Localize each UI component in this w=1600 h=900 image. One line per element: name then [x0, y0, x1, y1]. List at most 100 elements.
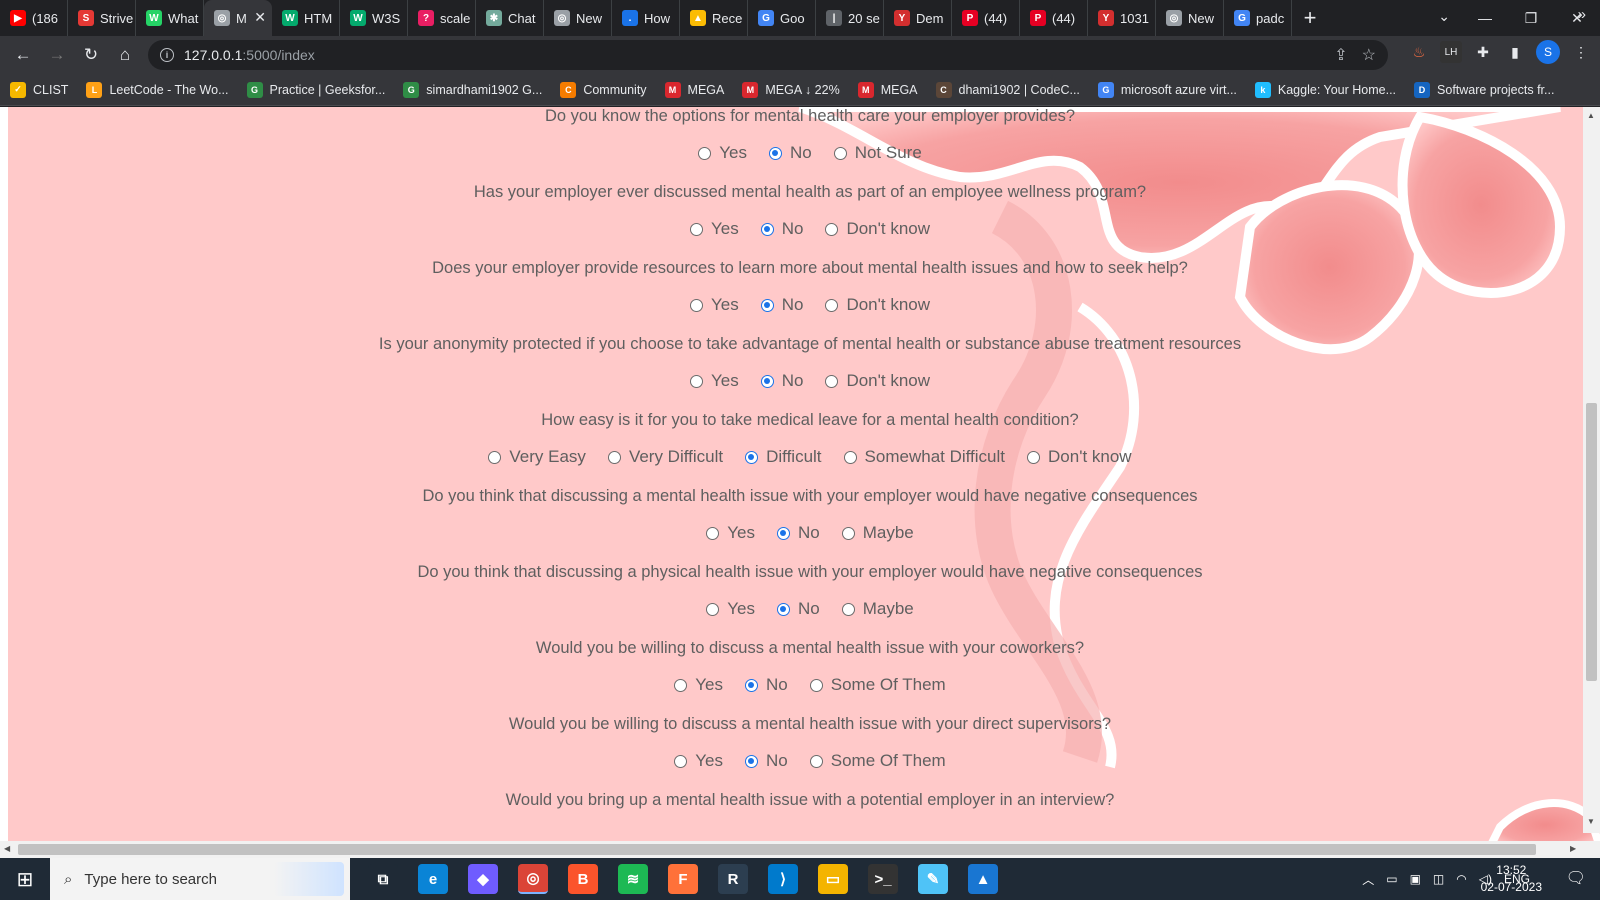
radio-option[interactable]: Maybe	[841, 599, 914, 619]
browser-tab[interactable]: | 20 se	[816, 0, 884, 36]
browser-tab[interactable]: ◎ New	[1156, 0, 1224, 36]
radio-button[interactable]	[843, 450, 857, 464]
bookmark-item[interactable]: Cdhami1902 | CodeC...	[935, 81, 1080, 98]
radio-button[interactable]	[825, 374, 839, 388]
browser-tab[interactable]: G Goo	[748, 0, 816, 36]
radio-button[interactable]	[776, 526, 790, 540]
radio-option[interactable]: Some Of Them	[809, 675, 946, 695]
radio-button[interactable]	[760, 298, 774, 312]
notepad-icon[interactable]: ✎	[918, 864, 948, 894]
spotify-icon[interactable]: ≋	[618, 864, 648, 894]
radio-option[interactable]: No	[776, 599, 820, 619]
minimize-icon[interactable]: —	[1462, 0, 1508, 36]
radio-button[interactable]	[825, 222, 839, 236]
chrome-icon[interactable]: ◎	[518, 864, 548, 894]
radio-option[interactable]: Yes	[689, 371, 739, 391]
radio-button[interactable]	[760, 222, 774, 236]
wifi-icon[interactable]: ◠	[1456, 872, 1466, 886]
browser-tab[interactable]: W What	[136, 0, 204, 36]
radio-button[interactable]	[745, 450, 759, 464]
browser-tab[interactable]: ▲ Rece	[680, 0, 748, 36]
browser-tab[interactable]: ◎ M ✕	[204, 0, 272, 36]
scroll-down-icon[interactable]: ▼	[1587, 817, 1595, 826]
radio-option[interactable]: Yes	[674, 675, 723, 695]
address-bar[interactable]: i 127.0.0.1:5000/index ⇪ ☆	[148, 40, 1388, 70]
scroll-left-icon[interactable]: ◀	[4, 844, 10, 853]
radio-option[interactable]: No	[745, 751, 788, 771]
bookmark-item[interactable]: Gmicrosoft azure virt...	[1097, 81, 1237, 98]
radio-button[interactable]	[841, 602, 855, 616]
display-icon[interactable]: ▣	[1410, 872, 1421, 886]
radio-button[interactable]	[674, 678, 688, 692]
vertical-scrollbar[interactable]: ▲ ▼	[1583, 107, 1600, 833]
browser-tab[interactable]: ✱ Chat	[476, 0, 544, 36]
bookmark-item[interactable]: M MEGA	[857, 81, 918, 98]
profile-avatar[interactable]: S	[1536, 40, 1560, 64]
more-bookmarks-icon[interactable]: »	[1578, 6, 1586, 23]
lighthouse-extension-icon[interactable]: LH	[1440, 41, 1462, 63]
browser-tab[interactable]: . How	[612, 0, 680, 36]
taskbar-search-box[interactable]: ⌕ Type here to search	[50, 858, 350, 900]
reload-icon[interactable]: ↻	[74, 38, 108, 72]
bookmark-star-icon[interactable]: ☆	[1362, 45, 1376, 65]
windows-start-icon[interactable]: ⊞	[0, 858, 50, 900]
browser-tab[interactable]: ? scale	[408, 0, 476, 36]
radio-option[interactable]: Don't know	[825, 219, 930, 239]
radio-option[interactable]: Don't know	[1027, 447, 1132, 467]
radio-button[interactable]	[706, 602, 720, 616]
edge-icon[interactable]: e	[418, 864, 448, 894]
radio-option[interactable]: Yes	[698, 143, 747, 163]
radio-button[interactable]	[706, 526, 720, 540]
radio-option[interactable]: No	[745, 675, 788, 695]
browser-tab[interactable]: W HTM	[272, 0, 340, 36]
radio-button[interactable]	[760, 374, 774, 388]
radio-option[interactable]: Don't know	[825, 295, 930, 315]
radio-button[interactable]	[745, 754, 759, 768]
bookmark-item[interactable]: D Software projects fr...	[1414, 81, 1554, 98]
radio-option[interactable]: Yes	[674, 751, 723, 771]
notifications-icon[interactable]: 🗨	[1566, 868, 1586, 888]
radio-option[interactable]: Yes	[706, 523, 755, 543]
meet-icon[interactable]: ◫	[1433, 872, 1444, 886]
radio-button[interactable]	[689, 222, 703, 236]
tab-search-icon[interactable]: ⌄	[1438, 8, 1450, 25]
brave-icon[interactable]: B	[568, 864, 598, 894]
vscode-icon[interactable]: ⟩	[768, 864, 798, 894]
radio-button[interactable]	[768, 146, 782, 160]
radio-option[interactable]: Very Difficult	[607, 447, 723, 467]
radio-button[interactable]	[488, 450, 502, 464]
radio-button[interactable]	[698, 146, 712, 160]
browser-tab[interactable]: W W3S	[340, 0, 408, 36]
radio-option[interactable]: No	[776, 523, 820, 543]
taskbar-clock[interactable]: 13:52 02-07-2023	[1481, 862, 1542, 896]
radio-button[interactable]	[689, 298, 703, 312]
bookmark-item[interactable]: M MEGA	[664, 81, 724, 98]
browser-tab[interactable]: Y 1031	[1088, 0, 1156, 36]
bookmark-item[interactable]: G Practice | Geeksfor...	[246, 81, 385, 98]
browser-tab[interactable]: ▶ (186	[0, 0, 68, 36]
back-arrow-icon[interactable]: ←	[6, 38, 40, 72]
radio-button[interactable]	[809, 754, 823, 768]
radio-option[interactable]: Maybe	[841, 523, 914, 543]
file-explorer-icon[interactable]: ▭	[818, 864, 848, 894]
radio-button[interactable]	[1027, 450, 1041, 464]
radio-option[interactable]: No	[768, 143, 812, 163]
radio-option[interactable]: Don't know	[825, 371, 930, 391]
close-tab-icon[interactable]: ✕	[254, 9, 266, 26]
radio-button[interactable]	[776, 602, 790, 616]
radio-option[interactable]: No	[760, 371, 803, 391]
radio-option[interactable]: Difficult	[745, 447, 822, 467]
home-icon[interactable]: ⌂	[108, 38, 142, 72]
radio-button[interactable]	[689, 374, 703, 388]
new-tab-icon[interactable]: +	[1292, 0, 1328, 36]
terminal-icon[interactable]: >_	[868, 864, 898, 894]
radio-option[interactable]: Very Easy	[488, 447, 586, 467]
browser-tab[interactable]: Gpadc	[1224, 0, 1292, 36]
bookmark-item[interactable]: ✓ CLIST	[10, 81, 68, 98]
radio-option[interactable]: Somewhat Difficult	[843, 447, 1005, 467]
radio-option[interactable]: Yes	[689, 295, 739, 315]
restore-icon[interactable]: ❐	[1508, 0, 1554, 36]
radio-option[interactable]: Yes	[689, 219, 739, 239]
task-view-icon[interactable]: ⧉	[368, 864, 398, 894]
site-info-icon[interactable]: i	[160, 48, 174, 62]
